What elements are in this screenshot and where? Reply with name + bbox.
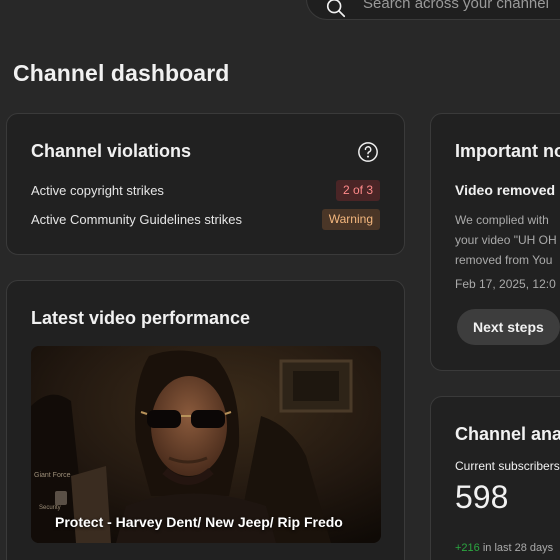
next-steps-button[interactable]: Next steps xyxy=(457,309,560,345)
channel-violations-card: Channel violations Active copyright stri… xyxy=(6,113,405,255)
notice-heading: Video removed xyxy=(455,182,556,198)
channel-dashboard: Channel dashboard Channel violations Act… xyxy=(0,0,560,560)
current-subscribers-value: 598 xyxy=(455,479,509,515)
video-title: Protect - Harvey Dent/ New Jeep/ Rip Fre… xyxy=(55,514,343,530)
watermark-line-2: Security xyxy=(39,505,61,511)
guidelines-strikes-label: Active Community Guidelines strikes xyxy=(31,212,242,227)
important-notices-card: Important notices Video removed We compl… xyxy=(430,113,560,371)
channel-analytics-card: Channel analytics Current subscribers 59… xyxy=(430,396,560,560)
search-icon xyxy=(326,0,346,18)
guidelines-strikes-row[interactable]: Active Community Guidelines strikes Warn… xyxy=(31,209,380,231)
help-icon[interactable] xyxy=(357,141,379,163)
analytics-title: Channel analytics xyxy=(455,424,560,444)
subscriber-change: +216 in last 28 days xyxy=(455,542,553,554)
violations-title: Channel violations xyxy=(31,141,192,161)
notice-body-line: We complied with xyxy=(455,213,549,227)
copyright-strikes-row[interactable]: Active copyright strikes 2 of 3 xyxy=(31,180,380,202)
notices-title: Important notices xyxy=(455,141,560,161)
video-thumbnail[interactable]: Giant Force Security Protect - Harvey De… xyxy=(31,346,381,543)
copyright-strikes-badge: 2 of 3 xyxy=(335,180,380,201)
notice-date: Feb 17, 2025, 12:0 xyxy=(455,277,556,291)
latest-video-title: Latest video performance xyxy=(31,308,251,328)
notice-body: We complied with your video "UH OH remov… xyxy=(455,210,560,270)
search-bar[interactable] xyxy=(306,0,560,20)
copyright-strikes-label: Active copyright strikes xyxy=(31,183,164,198)
notice-body-line: removed from You xyxy=(455,253,553,267)
notice-body-line: your video "UH OH xyxy=(455,233,557,247)
watermark-line-1: Giant Force xyxy=(34,472,71,479)
subscriber-delta: +216 xyxy=(455,542,480,554)
page-title: Channel dashboard xyxy=(13,60,230,86)
subscriber-delta-period: in last 28 days xyxy=(479,542,554,554)
search-input[interactable] xyxy=(363,0,560,13)
current-subscribers-label: Current subscribers xyxy=(455,459,560,473)
guidelines-strikes-badge: Warning xyxy=(321,209,380,230)
latest-video-card: Latest video performance Giant Force Sec… xyxy=(6,280,405,560)
